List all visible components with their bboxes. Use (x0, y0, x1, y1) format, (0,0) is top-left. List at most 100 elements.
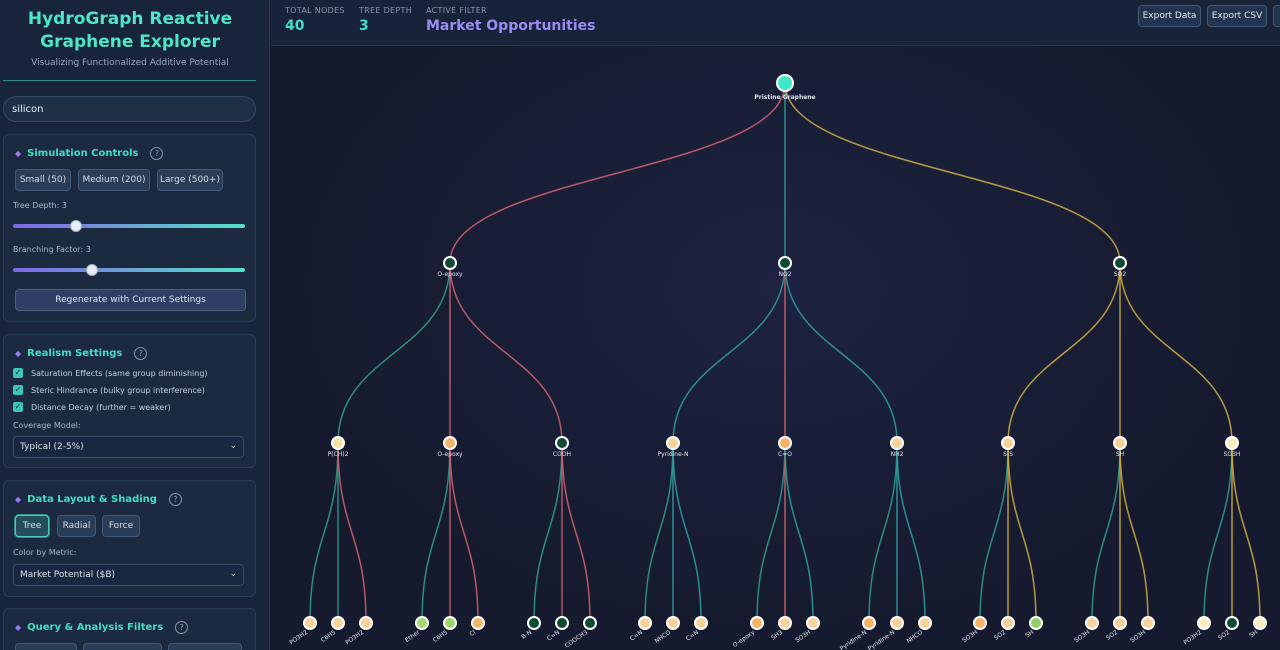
distance-decay-checkbox[interactable]: ✓ Distance Decay (further = weaker) (13, 402, 171, 412)
diamond-icon: ◆ (15, 495, 22, 504)
node-label: Pristine Graphene (754, 94, 815, 101)
tree-edge (868, 442, 898, 624)
checkbox-checked-icon[interactable]: ✓ (13, 368, 23, 378)
active-filter-stat: ACTIVE FILTER Market Opportunities (426, 6, 596, 34)
color-by-metric-select[interactable]: Market Potential ($B) ⌄ (13, 564, 244, 586)
tree-node[interactable] (443, 256, 457, 270)
tree-node[interactable] (555, 436, 569, 450)
stat-value: Market Opportunities (426, 18, 596, 34)
saturation-effects-checkbox[interactable]: ✓ Saturation Effects (same group diminis… (13, 368, 208, 378)
branching-factor-slider[interactable] (13, 268, 245, 272)
tree-depth-label: Tree Depth: 3 (13, 201, 67, 210)
node-label: SH (1024, 629, 1035, 640)
leaf-node[interactable] (471, 616, 485, 630)
tree-node[interactable] (331, 436, 345, 450)
leaf-node[interactable] (527, 616, 541, 630)
export-data-button[interactable]: Export Data (1138, 5, 1201, 27)
leaf-node[interactable] (583, 616, 597, 630)
size-medium-button[interactable]: Medium (200) (78, 169, 150, 191)
leaf-node[interactable] (331, 616, 345, 630)
steric-hindrance-checkbox[interactable]: ✓ Steric Hindrance (bulky group interfer… (13, 385, 205, 395)
tree-node[interactable] (666, 436, 680, 450)
leaf-node[interactable] (973, 616, 987, 630)
stat-value: 3 (359, 18, 369, 34)
node-label: B-N (520, 629, 533, 641)
leaf-node[interactable] (638, 616, 652, 630)
header-overflow-button[interactable] (1273, 5, 1280, 27)
branching-factor-slider-thumb[interactable] (85, 264, 98, 276)
panel-title: Realism Settings (27, 348, 123, 359)
leaf-node[interactable] (1085, 616, 1099, 630)
node-label: NHCO (905, 629, 924, 645)
leaf-node[interactable] (415, 616, 429, 630)
tree-node[interactable] (1113, 256, 1127, 270)
leaf-node[interactable] (1253, 616, 1267, 630)
branching-factor-label: Branching Factor: 3 (13, 245, 91, 254)
node-label: C6H5 (320, 629, 338, 644)
diamond-icon: ◆ (15, 623, 22, 632)
root-node[interactable] (776, 74, 794, 92)
coverage-model-select[interactable]: Typical (2-5%) ⌄ (13, 436, 244, 458)
leaf-node[interactable] (1197, 616, 1211, 630)
tree-edge (644, 442, 674, 624)
tree-node[interactable] (778, 256, 792, 270)
tree-edge (1091, 442, 1121, 624)
query-filter-button[interactable] (15, 643, 77, 650)
leaf-node[interactable] (1001, 616, 1015, 630)
help-icon[interactable]: ? (175, 621, 189, 634)
layout-tree-button[interactable]: Tree (15, 515, 49, 537)
query-filters-panel: ◆ Query & Analysis Filters ? (3, 608, 256, 650)
leaf-node[interactable] (918, 616, 932, 630)
help-icon[interactable]: ? (168, 493, 182, 506)
tree-node[interactable] (1001, 436, 1015, 450)
leaf-node[interactable] (890, 616, 904, 630)
node-label: PO3H2 (288, 629, 309, 647)
checkbox-checked-icon[interactable]: ✓ (13, 385, 23, 395)
leaf-node[interactable] (1141, 616, 1155, 630)
tree-node[interactable] (1225, 436, 1239, 450)
export-csv-button[interactable]: Export CSV (1207, 5, 1267, 27)
size-large-button[interactable]: Large (500+) (157, 169, 223, 191)
title-divider (3, 80, 256, 81)
leaf-node[interactable] (303, 616, 317, 630)
tree-node[interactable] (443, 436, 457, 450)
leaf-node[interactable] (359, 616, 373, 630)
tree-graph[interactable]: Pristine Graphene O-epoxy P(CH)2 PO3H2 C6H5 P… (271, 47, 1280, 650)
tree-edge (337, 262, 451, 444)
help-icon[interactable]: ? (150, 147, 164, 160)
tree-node[interactable] (778, 436, 792, 450)
query-filters-header: ◆ Query & Analysis Filters ? (15, 621, 189, 634)
node-label: NH2 (891, 451, 904, 458)
help-icon[interactable]: ? (134, 347, 148, 360)
size-small-button[interactable]: Small (50) (15, 169, 71, 191)
checkbox-checked-icon[interactable]: ✓ (13, 402, 23, 412)
leaf-node[interactable] (666, 616, 680, 630)
tree-node[interactable] (1113, 436, 1127, 450)
leaf-node[interactable] (1029, 616, 1043, 630)
regenerate-button[interactable]: Regenerate with Current Settings (15, 289, 246, 311)
tree-node[interactable] (890, 436, 904, 450)
leaf-node[interactable] (443, 616, 457, 630)
leaf-node[interactable] (778, 616, 792, 630)
leaf-node[interactable] (806, 616, 820, 630)
query-filter-button[interactable] (83, 643, 162, 650)
tree-depth-slider-thumb[interactable] (69, 220, 82, 232)
leaf-node[interactable] (862, 616, 876, 630)
graph-canvas[interactable]: Pristine Graphene O-epoxy P(CH)2 PO3H2 C6H5 P… (271, 47, 1280, 650)
search-input[interactable] (3, 96, 256, 122)
node-label: SO3H (1224, 451, 1241, 458)
tree-edge (756, 442, 786, 624)
leaf-node[interactable] (694, 616, 708, 630)
leaf-node[interactable] (1225, 616, 1239, 630)
tree-edge (421, 442, 451, 624)
layout-force-button[interactable]: Force (102, 515, 140, 537)
tree-depth-slider[interactable] (13, 224, 245, 228)
node-label: Cl (468, 629, 477, 638)
panel-title: Query & Analysis Filters (27, 622, 164, 633)
query-filter-button[interactable] (168, 643, 242, 650)
leaf-node[interactable] (555, 616, 569, 630)
app-subtitle: Visualizing Functionalized Additive Pote… (31, 58, 229, 68)
layout-radial-button[interactable]: Radial (57, 515, 96, 537)
leaf-node[interactable] (750, 616, 764, 630)
leaf-node[interactable] (1113, 616, 1127, 630)
